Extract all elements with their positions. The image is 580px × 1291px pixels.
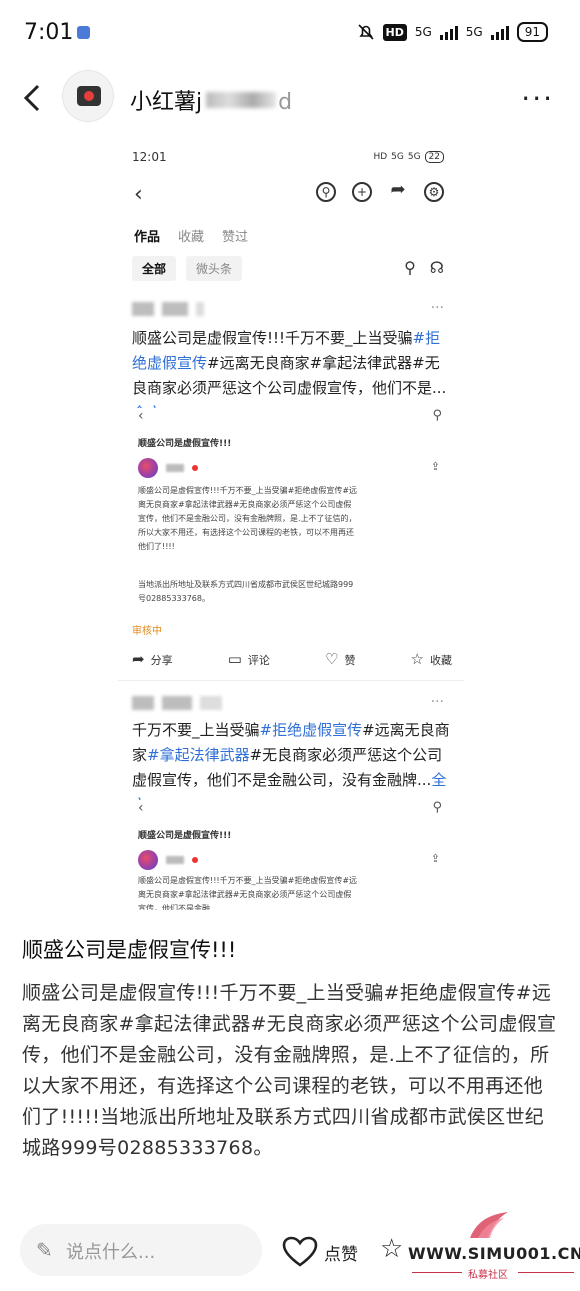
card-search-icon: ⚲ (432, 800, 442, 815)
like-label: 点赞 (324, 1244, 358, 1265)
battery-indicator: 91 (516, 22, 548, 42)
status-bar: 7:01 HD 5G 5G 91 (0, 0, 580, 62)
settings-icon: ⚙ (424, 182, 444, 202)
heart-icon (282, 1236, 318, 1267)
comment-input[interactable]: ✎ 说点什么... (20, 1224, 262, 1276)
card-share-icon: ⇪ (430, 852, 440, 865)
inner-back-icon: ‹ (134, 182, 143, 207)
bottom-bar: ✎ 说点什么... 点赞 ☆ WWW.SIMU001.CN 私募社区 (0, 1208, 580, 1291)
inner-nav: ‹ ⚲ + ➦ ⚙ (118, 176, 464, 212)
mute-bell-icon (357, 24, 374, 40)
add-icon: + (352, 182, 372, 202)
headphones-icon: ☊ (429, 258, 444, 277)
inner-tools: ⚲ ☊ (404, 258, 444, 277)
user-settings-icon: ⚲ (316, 182, 336, 202)
share-action: ➦ 分享 (132, 650, 173, 668)
hd-badge: HD (382, 23, 407, 41)
watermark-site: WWW.SIMU001.CN (408, 1244, 580, 1263)
comment-placeholder: 说点什么... (66, 1242, 156, 1263)
star-icon[interactable]: ☆ (380, 1234, 403, 1264)
review-status: 审核中 (132, 626, 162, 637)
chip-all: 全部 (132, 256, 177, 281)
post-author-redacted (132, 694, 222, 712)
card-share-icon: ⇪ (430, 460, 440, 473)
note-title: 顺盛公司是虚假宣传!!! (22, 938, 237, 962)
avatar[interactable] (62, 70, 114, 122)
comment-action: ▭ 评论 (227, 650, 270, 668)
card-user (138, 850, 198, 870)
top-bar: 小红薯j d ··· (0, 62, 580, 134)
watermark-logo-icon (470, 1212, 508, 1238)
inner-status-indicators: HD 5G 5G 22 (373, 151, 444, 163)
post-actions: ➦ 分享 ▭ 评论 ♡ 赞 ☆ 收藏 (132, 650, 452, 668)
screenshot-image: 12:01 HD 5G 5G 22 ‹ ⚲ + ➦ ⚙ 作品 收藏 赞过 全部 微头… (118, 138, 464, 910)
post-author-redacted (132, 300, 204, 318)
network-label-1: 5G (414, 25, 432, 39)
redacted-name (206, 92, 276, 108)
chip-weitoutiao: 微头条 (186, 256, 243, 281)
watermark-line (412, 1272, 462, 1273)
camera-icon (77, 86, 101, 106)
network-label-2: 5G (465, 25, 483, 39)
tab-liked: 赞过 (222, 230, 249, 245)
favorite-action: ☆ 收藏 (410, 650, 452, 668)
card-search-icon: ⚲ (432, 408, 442, 423)
post-more-icon: ··· (430, 300, 444, 316)
share-icon: ➦ (390, 179, 406, 200)
divider (118, 680, 464, 681)
status-indicators: HD 5G 5G 91 (357, 22, 548, 42)
card-address: 当地派出所地址及联系方式四川省成都市武侯区世纪城路999号02885333768… (138, 580, 354, 603)
card-body: 顺盛公司是虚假宣传!!!千万不要_上当受骗#拒绝虚假宣传#远离无良商家#拿起法律… (138, 486, 358, 551)
tab-favorites: 收藏 (178, 230, 205, 245)
mini-avatar (138, 850, 158, 870)
post-more-icon: ··· (430, 694, 444, 710)
card-title: 顺盛公司是虚假宣传!!! (138, 439, 232, 449)
like-action: ♡ 赞 (324, 650, 356, 668)
inner-filter-chips: 全部 微头条 (132, 256, 243, 281)
like-button[interactable]: 点赞 (282, 1236, 358, 1268)
back-arrow-icon[interactable] (18, 80, 46, 116)
mini-avatar (138, 458, 158, 478)
app-notification-icon (77, 26, 90, 39)
card-back-icon: ‹ (138, 408, 144, 424)
card-title: 顺盛公司是虚假宣传!!! (138, 831, 232, 841)
watermark: WWW.SIMU001.CN 私募社区 (408, 1208, 580, 1291)
more-options-button[interactable]: ··· (521, 85, 554, 113)
inner-status-time: 12:01 (132, 150, 167, 164)
watermark-line (518, 1272, 574, 1273)
watermark-sub: 私募社区 (468, 1270, 508, 1281)
search-icon: ⚲ (404, 258, 416, 277)
tab-works: 作品 (134, 230, 161, 245)
card-user (138, 458, 198, 478)
card-back-icon: ‹ (138, 800, 144, 816)
status-time: 7:01 (24, 20, 74, 45)
signal-bars-icon (439, 24, 458, 40)
inner-tabs: 作品 收藏 赞过 (134, 226, 248, 245)
note-body: 顺盛公司是虚假宣传!!!千万不要_上当受骗#拒绝虚假宣传#远离无良商家#拿起法律… (22, 982, 557, 1159)
card-body: 顺盛公司是虚假宣传!!!千万不要_上当受骗#拒绝虚假宣传#远离无良商家#拿起法律… (138, 876, 358, 910)
embedded-article-card: ‹ ⚲ 顺盛公司是虚假宣传!!! ⇪ 顺盛公司是虚假宣传!!!千万不要_上当受骗… (128, 408, 454, 624)
pencil-icon: ✎ (36, 1238, 53, 1262)
signal-bars-icon (490, 24, 509, 40)
embedded-article-card: ‹ ⚲ 顺盛公司是虚假宣传!!! ⇪ 顺盛公司是虚假宣传!!!千万不要_上当受骗… (128, 800, 454, 910)
